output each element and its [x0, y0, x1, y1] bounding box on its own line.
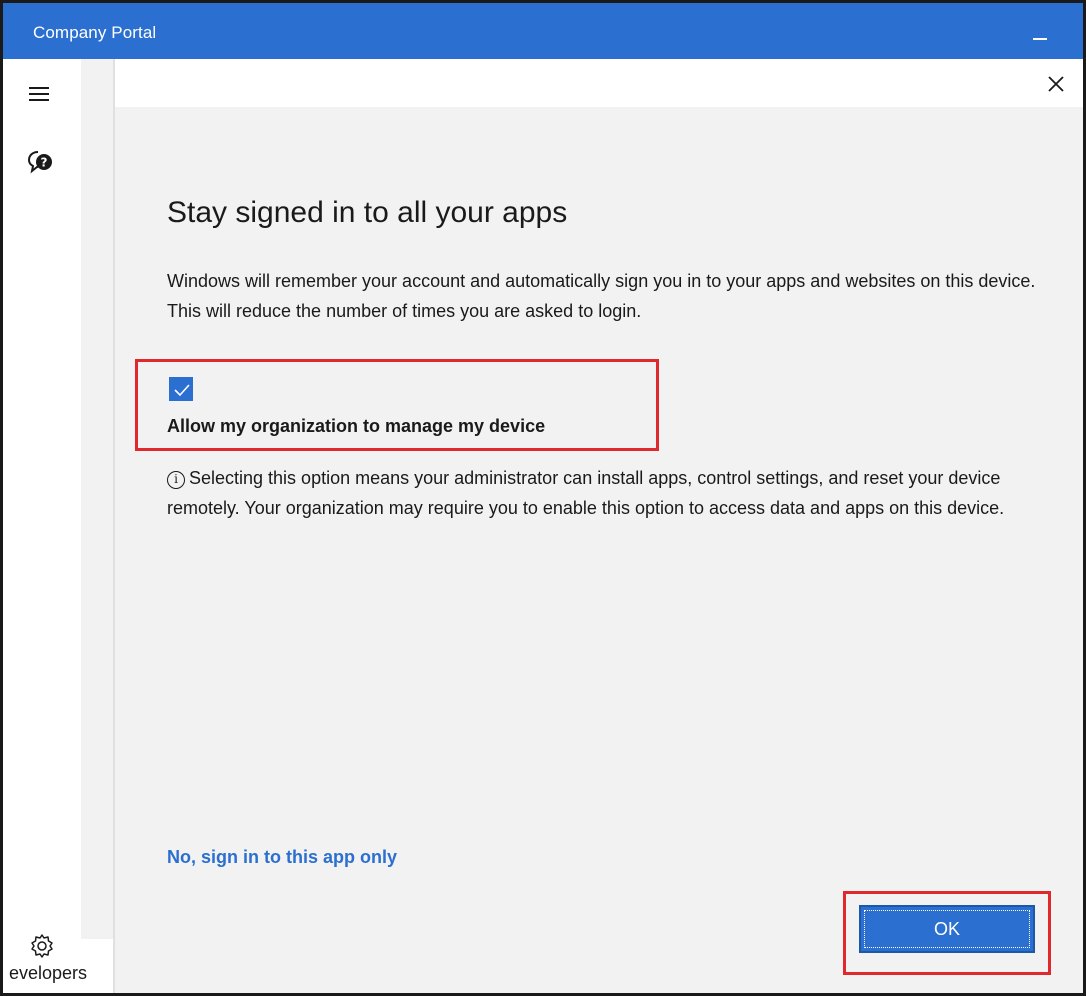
gear-icon[interactable] — [29, 933, 55, 959]
dialog-topbar — [115, 59, 1083, 107]
minimize-button[interactable] — [1033, 38, 1047, 40]
title-bar: Company Portal — [3, 3, 1083, 59]
app-window: Company Portal ? evelopers Stay signed i… — [0, 0, 1086, 996]
sidebar: ? evelopers — [3, 59, 113, 993]
manage-device-label[interactable]: Allow my organization to manage my devic… — [167, 416, 545, 437]
info-text-row: i Selecting this option means your admini… — [167, 463, 1047, 523]
close-icon[interactable] — [1045, 73, 1067, 95]
ok-button[interactable]: OK — [859, 905, 1035, 953]
window-title: Company Portal — [33, 23, 157, 42]
sign-in-app-only-link[interactable]: No, sign in to this app only — [167, 847, 397, 868]
info-text: Selecting this option means your adminis… — [167, 468, 1005, 518]
dialog-heading: Stay signed in to all your apps — [167, 196, 568, 229]
hamburger-icon[interactable] — [29, 87, 53, 103]
dialog-description: Windows will remember your account and a… — [167, 271, 1036, 321]
svg-text:?: ? — [41, 156, 48, 170]
checkbox-highlight-box — [135, 359, 659, 451]
sign-in-dialog: Stay signed in to all your apps Windows … — [115, 59, 1083, 993]
ok-button-label: OK — [933, 919, 960, 939]
help-icon[interactable]: ? — [27, 149, 55, 175]
manage-device-checkbox[interactable] — [169, 377, 193, 401]
sidebar-strip — [81, 59, 113, 939]
info-icon: i — [167, 471, 185, 489]
sidebar-footer-text: evelopers — [9, 963, 88, 983]
